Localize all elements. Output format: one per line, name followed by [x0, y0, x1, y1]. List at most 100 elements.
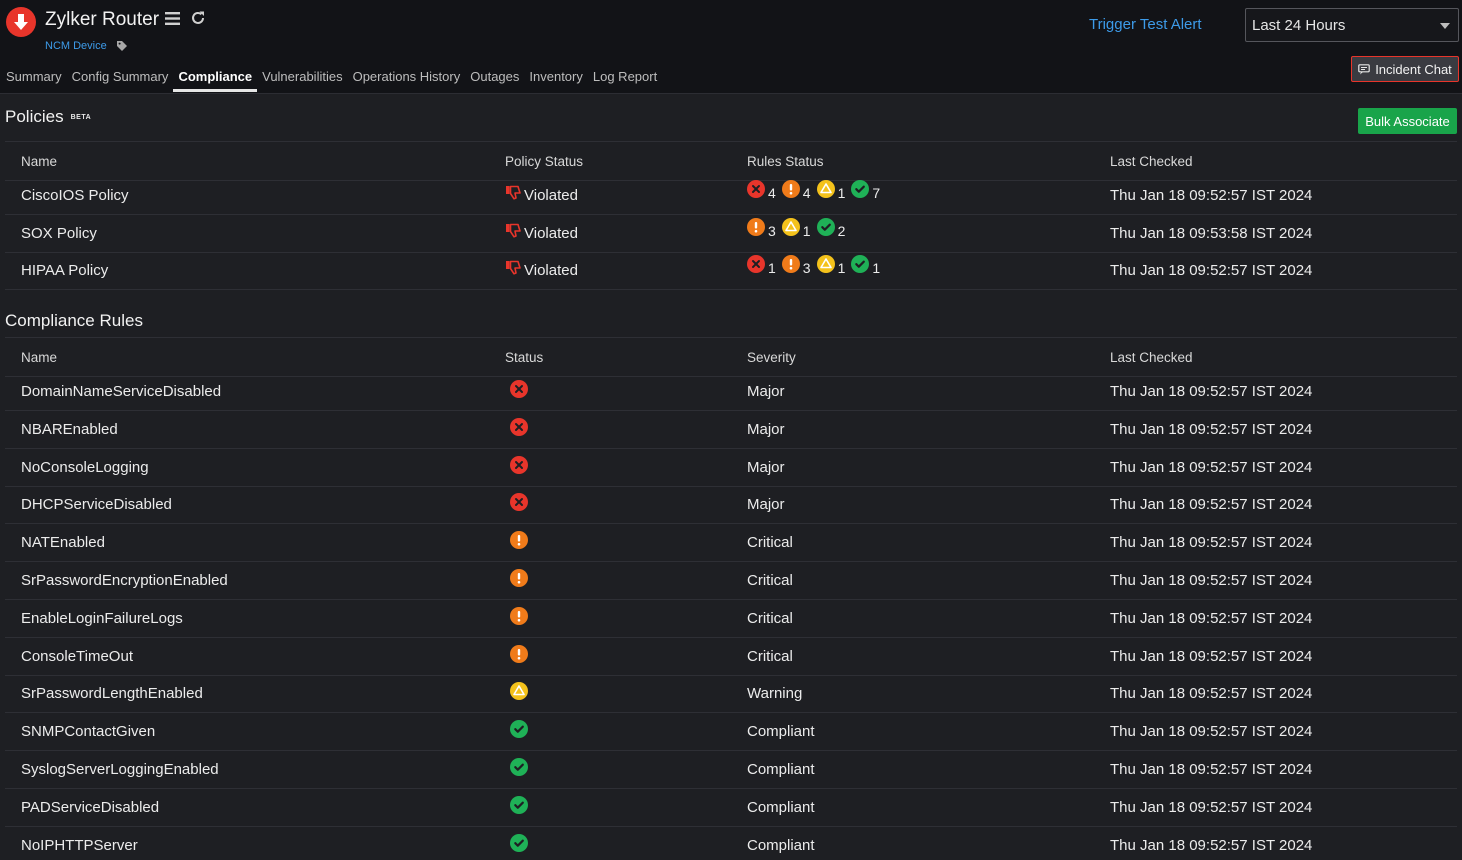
column-header-last-checked[interactable]: Last Checked: [1110, 339, 1193, 376]
last-checked: Thu Jan 18 09:52:57 IST 2024: [1110, 836, 1313, 854]
rule-row[interactable]: EnableLoginFailureLogs Critical Thu Jan 18…: [5, 600, 1457, 638]
tab-inventory[interactable]: Inventory: [524, 68, 587, 92]
column-header-name[interactable]: Name: [21, 143, 57, 180]
rule-row[interactable]: SrPasswordEncryptionEnabled Critical Thu J…: [5, 562, 1457, 600]
rule-count: 1: [837, 260, 846, 277]
rule-row[interactable]: SNMPContactGiven Compliant Thu Jan 18 09:5…: [5, 713, 1457, 752]
rule-name[interactable]: DHCPServiceDisabled: [21, 486, 172, 523]
rule-name[interactable]: PADServiceDisabled: [21, 789, 159, 826]
column-header-status[interactable]: Status: [505, 339, 543, 376]
last-checked: Thu Jan 18 09:52:57 IST 2024: [1110, 187, 1313, 204]
policy-name[interactable]: CiscoIOS Policy: [21, 177, 129, 214]
rule-severity: Major: [747, 496, 785, 514]
tab-bar: Summary Config Summary Compliance Vulnerabi…: [0, 68, 662, 94]
last-checked: Thu Jan 18 09:52:57 IST 2024: [1110, 572, 1313, 589]
column-header-last-checked[interactable]: Last Checked: [1110, 143, 1193, 180]
refresh-icon[interactable]: [190, 10, 206, 29]
policy-name[interactable]: SOX Policy: [21, 215, 97, 252]
column-header-name[interactable]: Name: [21, 339, 57, 376]
divider: [5, 141, 1457, 142]
rule-count: 1: [837, 185, 846, 201]
policy-status-label: Violated: [524, 224, 578, 242]
rule-name[interactable]: EnableLoginFailureLogs: [21, 600, 183, 637]
policy-row[interactable]: SOX Policy Violated 3 1 2 Thu Jan 18 09:53:58…: [5, 215, 1457, 253]
compliant-icon: [510, 795, 528, 817]
rule-name[interactable]: DomainNameServiceDisabled: [21, 373, 221, 410]
rule-name[interactable]: SrPasswordEncryptionEnabled: [21, 562, 228, 599]
menu-icon[interactable]: [165, 12, 180, 28]
rule-count: 4: [768, 185, 776, 201]
chevron-down-icon: [1440, 23, 1450, 29]
rule-count: 3: [768, 222, 776, 239]
policies-header-row: Name Policy Status Rules Status Last Che…: [5, 143, 1457, 181]
compliant-icon: [510, 833, 528, 855]
compliant-icon: [510, 758, 528, 779]
last-checked: Thu Jan 18 09:52:57 IST 2024: [1110, 609, 1313, 627]
rule-name[interactable]: SNMPContactGiven: [21, 713, 155, 750]
tab-config-summary[interactable]: Config Summary: [67, 68, 174, 92]
rule-severity: Compliant: [747, 836, 815, 854]
rule-row[interactable]: DHCPServiceDisabled Major Thu Jan 18 09:52…: [5, 486, 1457, 525]
tab-compliance[interactable]: Compliance: [173, 68, 258, 92]
rule-severity: Compliant: [747, 798, 815, 816]
policy-row[interactable]: HIPAA Policy Violated 1 3 1 1 Thu Jan 18 09:52…: [5, 250, 1457, 291]
device-down-icon: [6, 7, 36, 37]
last-checked: Thu Jan 18 09:52:57 IST 2024: [1110, 383, 1313, 400]
column-header-severity[interactable]: Severity: [747, 339, 796, 376]
rule-name[interactable]: ConsoleTimeOut: [21, 638, 133, 675]
rule-severity: Major: [747, 458, 785, 476]
time-range-select[interactable]: Last 24 Hours: [1245, 8, 1459, 42]
incident-chat-button[interactable]: Incident Chat: [1351, 56, 1459, 82]
bulk-associate-button[interactable]: Bulk Associate: [1358, 108, 1457, 134]
incident-chat-label: Incident Chat: [1375, 61, 1452, 77]
rule-row[interactable]: NBAREnabled Major Thu Jan 18 09:52:57 IST …: [5, 411, 1457, 449]
rule-count: 1: [872, 260, 881, 277]
column-header-policy-status[interactable]: Policy Status: [505, 143, 583, 180]
rule-row[interactable]: PADServiceDisabled Compliant Thu Jan 18 09…: [5, 789, 1457, 827]
tab-log-report[interactable]: Log Report: [588, 68, 662, 92]
tab-outages[interactable]: Outages: [465, 68, 524, 92]
critical-icon: [747, 213, 765, 250]
tab-vulnerabilities[interactable]: Vulnerabilities: [257, 68, 347, 92]
rule-row[interactable]: NoIPHTTPServer Compliant Thu Jan 18 09:52:…: [5, 827, 1457, 860]
rules-status: 3 1 2: [747, 213, 848, 250]
rule-row[interactable]: SrPasswordLengthEnabled Warning Thu Jan 18…: [5, 675, 1457, 714]
rule-row[interactable]: ConsoleTimeOut Critical Thu Jan 18 09:52:5…: [5, 638, 1457, 676]
beta-badge: BETA: [70, 114, 92, 121]
rule-name[interactable]: NoIPHTTPServer: [21, 827, 138, 860]
rule-name[interactable]: NATEnabled: [21, 524, 105, 561]
rules-header-row: Name Status Severity Last Checked: [5, 339, 1457, 377]
device-type-link[interactable]: NCM Device: [45, 40, 107, 52]
rule-name[interactable]: SrPasswordLengthEnabled: [21, 675, 203, 712]
rule-row[interactable]: NoConsoleLogging Major Thu Jan 18 09:52:57…: [5, 449, 1457, 487]
last-checked: Thu Jan 18 09:52:57 IST 2024: [1110, 262, 1313, 280]
tag-icon[interactable]: [116, 39, 128, 55]
last-checked: Thu Jan 18 09:52:57 IST 2024: [1110, 647, 1313, 665]
compliant-icon: [851, 250, 870, 287]
rule-count: 1: [802, 222, 811, 239]
last-checked: Thu Jan 18 09:52:57 IST 2024: [1110, 496, 1313, 514]
rule-name[interactable]: SyslogServerLoggingEnabled: [21, 751, 219, 788]
violation-icon: [510, 455, 528, 477]
last-checked: Thu Jan 18 09:52:57 IST 2024: [1110, 534, 1313, 552]
thumbs-down-icon: [505, 215, 522, 252]
tab-operations-history[interactable]: Operations History: [348, 68, 466, 92]
rule-severity: Critical: [747, 534, 793, 552]
trigger-test-alert-link[interactable]: Trigger Test Alert: [1089, 16, 1202, 33]
policy-row[interactable]: CiscoIOS Policy Violated 4 4 1 7 Thu Jan 18 09…: [5, 177, 1457, 215]
policy-status: Violated: [505, 177, 578, 214]
policy-name[interactable]: HIPAA Policy: [21, 252, 108, 289]
rule-count: 7: [872, 185, 881, 201]
tab-summary[interactable]: Summary: [0, 68, 67, 92]
rule-row[interactable]: SyslogServerLoggingEnabled Compliant Thu J…: [5, 751, 1457, 789]
warning-icon: [816, 175, 835, 212]
violation-icon: [510, 493, 528, 514]
rule-name[interactable]: NoConsoleLogging: [21, 449, 149, 486]
rule-severity: Critical: [747, 609, 793, 627]
rule-row[interactable]: NATEnabled Critical Thu Jan 18 09:52:57 IS…: [5, 524, 1457, 563]
critical-icon: [510, 644, 528, 666]
rule-severity: Critical: [747, 647, 793, 665]
last-checked: Thu Jan 18 09:52:57 IST 2024: [1110, 798, 1313, 816]
rule-name[interactable]: NBAREnabled: [21, 411, 118, 448]
rule-row[interactable]: DomainNameServiceDisabled Major Thu Jan 18…: [5, 373, 1457, 411]
